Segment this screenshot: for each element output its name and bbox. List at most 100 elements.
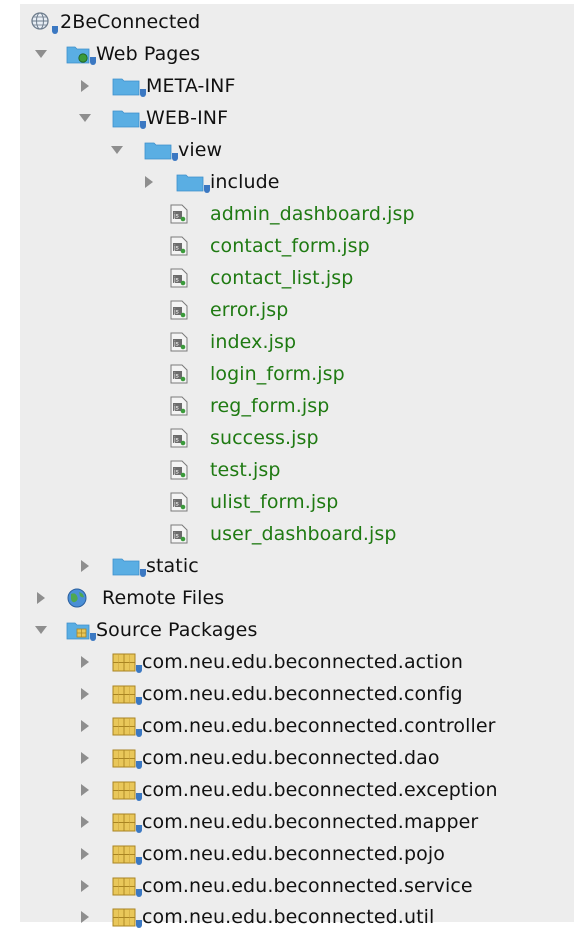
package-icon — [112, 876, 142, 897]
file-item[interactable]: js ulist_form.jsp — [170, 486, 338, 518]
tree-node-remote-files[interactable]: Remote Files — [34, 582, 224, 614]
file-item[interactable]: js test.jsp — [170, 454, 281, 486]
tree-label: static — [146, 555, 199, 577]
tree-node-web-pages[interactable]: Web Pages — [34, 38, 200, 70]
package-label: com.neu.edu.beconnected.controller — [142, 715, 496, 737]
expanded-arrow-icon[interactable] — [78, 111, 92, 125]
package-label: com.neu.edu.beconnected.service — [142, 875, 473, 897]
collapsed-arrow-icon[interactable] — [78, 815, 92, 829]
expanded-arrow-icon[interactable] — [110, 143, 124, 157]
jsp-file-icon: js — [170, 236, 188, 256]
svg-text:js: js — [173, 405, 179, 412]
cup-badge-icon — [172, 153, 178, 161]
jsp-file-icon: js — [170, 332, 188, 352]
package-icon — [112, 812, 142, 833]
web-folder-icon — [66, 44, 96, 65]
collapsed-arrow-icon[interactable] — [78, 719, 92, 733]
package-label: com.neu.edu.beconnected.config — [142, 683, 463, 705]
package-label: com.neu.edu.beconnected.exception — [142, 779, 498, 801]
file-item[interactable]: js contact_list.jsp — [170, 262, 353, 294]
tree-node-include[interactable]: include — [142, 166, 280, 198]
package-item[interactable]: com.neu.edu.beconnected.pojo — [78, 838, 445, 870]
tree-node-web-inf[interactable]: WEB-INF — [78, 102, 228, 134]
cup-badge-icon — [136, 825, 142, 833]
file-item[interactable]: js admin_dashboard.jsp — [170, 198, 415, 230]
collapsed-arrow-icon[interactable] — [78, 79, 92, 93]
file-label: error.jsp — [210, 299, 289, 321]
svg-text:js: js — [173, 309, 179, 316]
svg-text:js: js — [173, 533, 179, 540]
tree-node-project[interactable]: 2BeConnected — [30, 6, 200, 38]
svg-text:js: js — [173, 501, 179, 508]
tree-node-view[interactable]: view — [110, 134, 222, 166]
tree-node-source-packages[interactable]: Source Packages — [34, 614, 257, 646]
tree-label: WEB-INF — [146, 107, 229, 129]
collapsed-arrow-icon[interactable] — [78, 655, 92, 669]
project-label: 2BeConnected — [60, 11, 201, 33]
file-item[interactable]: js contact_form.jsp — [170, 230, 370, 262]
jsp-file-icon: js — [170, 364, 188, 384]
cup-badge-icon — [136, 729, 142, 737]
file-item[interactable]: js reg_form.jsp — [170, 390, 329, 422]
cup-badge-icon — [90, 57, 96, 65]
file-item[interactable]: js user_dashboard.jsp — [170, 518, 397, 550]
package-label: com.neu.edu.beconnected.action — [142, 651, 464, 673]
tree-label: Source Packages — [96, 619, 258, 641]
cup-badge-icon — [52, 26, 58, 34]
cup-badge-icon — [136, 697, 142, 705]
folder-icon — [144, 140, 178, 161]
package-item[interactable]: com.neu.edu.beconnected.controller — [78, 710, 496, 742]
collapsed-arrow-icon[interactable] — [78, 559, 92, 573]
tree-node-static[interactable]: static — [78, 550, 199, 582]
svg-text:js: js — [173, 437, 179, 444]
package-icon — [112, 684, 142, 705]
folder-icon — [176, 172, 210, 193]
collapsed-arrow-icon[interactable] — [78, 879, 92, 893]
package-label: com.neu.edu.beconnected.dao — [142, 747, 440, 769]
collapsed-arrow-icon[interactable] — [78, 751, 92, 765]
cup-badge-icon — [90, 633, 96, 641]
svg-text:js: js — [173, 245, 179, 252]
cup-badge-icon — [136, 889, 142, 897]
cup-badge-icon — [136, 920, 142, 928]
package-item[interactable]: com.neu.edu.beconnected.util — [78, 901, 434, 933]
tree-node-meta-inf[interactable]: META-INF — [78, 70, 236, 102]
cup-badge-icon — [136, 857, 142, 865]
file-item[interactable]: js success.jsp — [170, 422, 319, 454]
file-label: user_dashboard.jsp — [210, 523, 397, 545]
collapsed-arrow-icon[interactable] — [142, 175, 156, 189]
jsp-file-icon: js — [170, 268, 188, 288]
expanded-arrow-icon[interactable] — [34, 47, 48, 61]
expanded-arrow-icon[interactable] — [34, 623, 48, 637]
jsp-file-icon: js — [170, 396, 188, 416]
cup-badge-icon — [140, 121, 146, 129]
file-item[interactable]: js index.jsp — [170, 326, 296, 358]
package-item[interactable]: com.neu.edu.beconnected.service — [78, 870, 473, 902]
package-icon — [112, 780, 142, 801]
jsp-file-icon: js — [170, 524, 188, 544]
collapsed-arrow-icon[interactable] — [34, 591, 48, 605]
remote-globe-icon — [66, 587, 88, 609]
file-label: contact_form.jsp — [210, 235, 370, 257]
package-item[interactable]: com.neu.edu.beconnected.config — [78, 678, 463, 710]
cup-badge-icon — [136, 665, 142, 673]
package-item[interactable]: com.neu.edu.beconnected.action — [78, 646, 463, 678]
cup-badge-icon — [140, 569, 146, 577]
collapsed-arrow-icon[interactable] — [78, 783, 92, 797]
project-tree: 2BeConnected Web Pages META-INF WEB-INF … — [20, 4, 574, 928]
file-item[interactable]: js error.jsp — [170, 294, 288, 326]
file-item[interactable]: js login_form.jsp — [170, 358, 345, 390]
package-item[interactable]: com.neu.edu.beconnected.exception — [78, 774, 498, 806]
cup-badge-icon — [136, 793, 142, 801]
tree-label: include — [210, 171, 280, 193]
package-icon — [112, 716, 142, 737]
collapsed-arrow-icon[interactable] — [78, 847, 92, 861]
svg-text:js: js — [173, 213, 179, 220]
package-item[interactable]: com.neu.edu.beconnected.mapper — [78, 806, 478, 838]
svg-text:js: js — [173, 277, 179, 284]
collapsed-arrow-icon[interactable] — [78, 687, 92, 701]
tree-label: Remote Files — [102, 587, 225, 609]
package-item[interactable]: com.neu.edu.beconnected.dao — [78, 742, 440, 774]
source-folder-icon — [66, 620, 96, 641]
package-label: com.neu.edu.beconnected.util — [142, 906, 435, 928]
